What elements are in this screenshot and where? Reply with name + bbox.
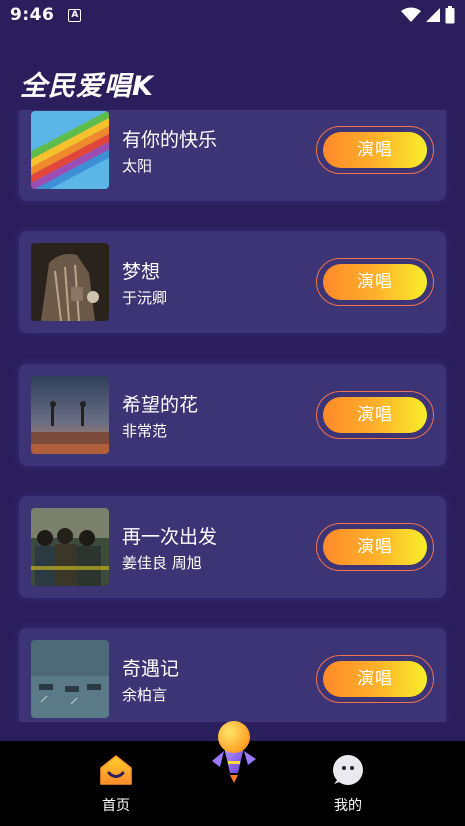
sing-button[interactable]: 演唱 — [323, 661, 427, 697]
sing-button[interactable]: 演唱 — [323, 529, 427, 565]
song-artist: 姜佳良 周旭 — [122, 554, 202, 572]
song-card[interactable]: 希望的花 非常范 演唱 — [19, 364, 446, 466]
song-card[interactable]: 再一次出发 姜佳良 周旭 演唱 — [19, 496, 446, 598]
song-title: 希望的花 — [122, 394, 199, 416]
signal-icon — [426, 8, 440, 22]
song-artist: 非常范 — [122, 422, 168, 440]
sing-button[interactable]: 演唱 — [323, 264, 427, 300]
profile-icon — [333, 755, 363, 785]
app-title: 全民爱唱K — [20, 71, 154, 102]
sing-button-frame: 演唱 — [316, 523, 434, 571]
song-cover — [31, 640, 109, 718]
song-title: 梦想 — [122, 261, 161, 283]
sing-button-frame: 演唱 — [316, 391, 434, 439]
notification-icon: A — [68, 8, 82, 22]
karaoke-mic-button[interactable] — [206, 717, 262, 783]
song-artist: 余柏言 — [122, 686, 168, 704]
status-icons — [401, 6, 455, 24]
song-title: 再一次出发 — [122, 526, 218, 548]
sing-button[interactable]: 演唱 — [323, 132, 427, 168]
nav-mine-label: 我的 — [334, 798, 362, 814]
sing-button-frame: 演唱 — [316, 126, 434, 174]
song-cover — [31, 376, 109, 454]
nav-home[interactable]: 首页 — [86, 753, 146, 815]
sing-button-frame: 演唱 — [316, 655, 434, 703]
song-card[interactable]: 奇遇记 余柏言 演唱 — [19, 628, 446, 722]
song-list[interactable]: 有你的快乐 太阳 演唱 梦想 于沅卿 演唱 希望的花 非常范 演唱 再一次出发 … — [0, 110, 465, 722]
sing-button-frame: 演唱 — [316, 258, 434, 306]
song-title: 有你的快乐 — [122, 129, 218, 151]
song-card[interactable]: 有你的快乐 太阳 演唱 — [19, 110, 446, 201]
sing-button[interactable]: 演唱 — [323, 397, 427, 433]
status-time: 9:46 — [10, 5, 55, 25]
status-bar: 9:46 A — [0, 0, 465, 30]
song-title: 奇遇记 — [122, 658, 180, 680]
home-icon — [100, 755, 132, 785]
song-card[interactable]: 梦想 于沅卿 演唱 — [19, 231, 446, 333]
nav-mine[interactable]: 我的 — [318, 753, 378, 815]
song-cover — [31, 508, 109, 586]
wifi-icon — [401, 7, 421, 22]
battery-icon — [445, 6, 455, 24]
song-cover — [31, 111, 109, 189]
song-artist: 太阳 — [122, 157, 153, 175]
microphone-icon — [212, 721, 256, 783]
nav-home-label: 首页 — [102, 798, 130, 814]
song-cover — [31, 243, 109, 321]
song-artist: 于沅卿 — [122, 289, 168, 307]
